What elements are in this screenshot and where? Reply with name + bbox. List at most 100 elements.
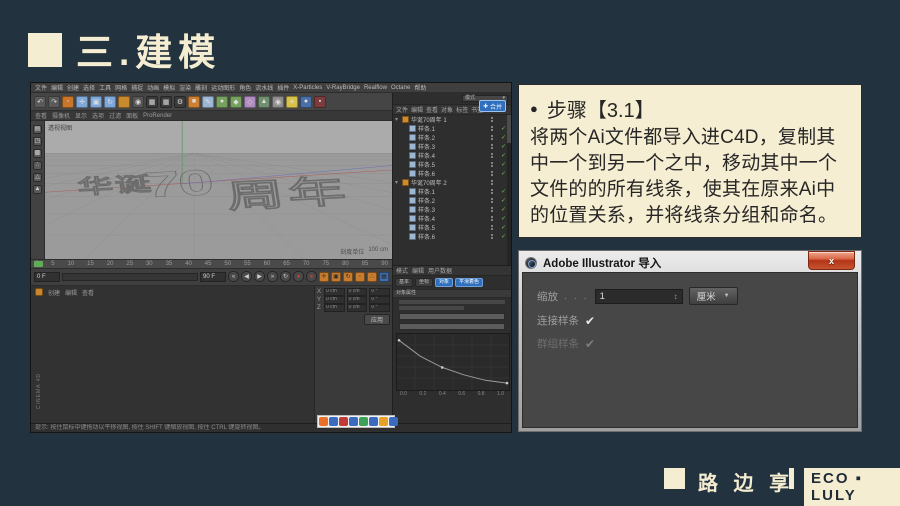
current-frame-field[interactable]: 0 F: [34, 271, 60, 282]
object-name[interactable]: 样条.3: [418, 142, 487, 151]
make-editable-icon[interactable]: ▤: [33, 125, 42, 134]
c4d-menu-item[interactable]: 选择: [83, 83, 95, 92]
object-tree-row[interactable]: 样条.4 ✓: [393, 151, 511, 160]
spline-pen-icon[interactable]: ✎: [202, 95, 214, 108]
viewport-menu-item[interactable]: 摄像机: [52, 111, 70, 120]
environment-icon[interactable]: ▲: [258, 95, 270, 108]
visibility-dots-icon[interactable]: [489, 188, 499, 195]
unit-dropdown[interactable]: 厘米 ▼: [688, 287, 738, 305]
render-view-icon[interactable]: ▦: [146, 95, 158, 108]
record-param-icon[interactable]: ◦: [355, 271, 365, 282]
render-settings-icon[interactable]: ⚙: [174, 95, 186, 108]
size-field[interactable]: 0 cm: [346, 295, 368, 304]
visibility-dots-icon[interactable]: [489, 215, 499, 222]
expand-twist-icon[interactable]: ▾: [395, 179, 400, 186]
c4d-menu-item[interactable]: Octane: [391, 85, 410, 91]
deformer-icon[interactable]: ◇: [244, 95, 256, 108]
visibility-dots-icon[interactable]: [489, 170, 499, 177]
rotate-icon[interactable]: ↻: [104, 95, 116, 108]
timeline-ruler[interactable]: 051015202530354045505560657075808590: [31, 258, 392, 269]
loop-icon[interactable]: ↻: [280, 271, 291, 282]
render-picture-icon[interactable]: ▦: [160, 95, 172, 108]
prev-frame-icon[interactable]: ◀: [241, 271, 252, 282]
object-tree-row[interactable]: 样条.6 ✓: [393, 232, 511, 241]
viewport-menu-item[interactable]: 查看: [35, 111, 47, 120]
visibility-dots-icon[interactable]: [489, 116, 499, 123]
object-tree-row[interactable]: 样条.3 ✓: [393, 142, 511, 151]
object-tree-row[interactable]: 样条.1 ✓: [393, 124, 511, 133]
object-manager-menu-item[interactable]: 对象: [441, 105, 453, 114]
cube-primitive-icon[interactable]: ■: [188, 95, 200, 108]
attribute-slider[interactable]: [399, 323, 505, 330]
record-keyframe-icon[interactable]: ●: [293, 271, 304, 282]
object-manager-menu-item[interactable]: 标签: [456, 105, 468, 114]
c4d-menu-item[interactable]: 流水线: [255, 83, 273, 92]
object-tree-row[interactable]: 样条.4 ✓: [393, 214, 511, 223]
visibility-dots-icon[interactable]: [489, 134, 499, 141]
array-icon[interactable]: ◆: [230, 95, 242, 108]
c4d-menu-item[interactable]: 编辑: [51, 83, 63, 92]
rotation-field[interactable]: 0 °: [369, 295, 391, 304]
record-scale-icon[interactable]: ▣: [331, 271, 341, 282]
material-menu-item[interactable]: 编辑: [65, 288, 77, 297]
light-icon[interactable]: ☀: [286, 95, 298, 108]
object-name[interactable]: 样条.2: [418, 196, 487, 205]
object-tree-row[interactable]: 样条.5 ✓: [393, 160, 511, 169]
close-button[interactable]: x: [808, 251, 855, 270]
object-tree-row[interactable]: ▾ 华诞70周年 2: [393, 178, 511, 187]
edges-mode-icon[interactable]: △: [33, 173, 42, 182]
object-name[interactable]: 样条.2: [418, 133, 487, 142]
xpresso-icon[interactable]: ▪: [314, 95, 326, 108]
expand-twist-icon[interactable]: ▾: [395, 116, 400, 123]
c4d-menu-item[interactable]: 角色: [239, 83, 251, 92]
checkbox-checked-disabled-icon[interactable]: ✔: [585, 337, 595, 351]
spinner-icon[interactable]: ↕: [674, 292, 678, 301]
object-manager-menu-item[interactable]: 编辑: [411, 105, 423, 114]
object-name[interactable]: 样条.5: [418, 160, 487, 169]
object-name[interactable]: 样条.5: [418, 223, 487, 232]
c4d-menu-item[interactable]: 帮助: [414, 83, 426, 92]
subdivision-icon[interactable]: ●: [216, 95, 228, 108]
play-icon[interactable]: ▶: [254, 271, 265, 282]
coord-system-icon[interactable]: ◉: [132, 95, 144, 108]
rotation-field[interactable]: 0 °: [369, 303, 391, 312]
camera-icon[interactable]: ◉: [272, 95, 284, 108]
c4d-menu-item[interactable]: 动画: [147, 83, 159, 92]
merge-tooltip[interactable]: ✚ 合并: [478, 100, 506, 112]
attribute-slider[interactable]: [399, 313, 505, 320]
object-tree-row[interactable]: 样条.2 ✓: [393, 133, 511, 142]
object-name[interactable]: 样条.3: [418, 205, 487, 214]
object-manager-menu-item[interactable]: 文件: [396, 105, 408, 114]
attribute-tab[interactable]: 坐标: [415, 278, 434, 287]
visibility-dots-icon[interactable]: [489, 197, 499, 204]
position-field[interactable]: 0 cm: [324, 303, 345, 312]
material-menu-item[interactable]: 创建: [48, 288, 60, 297]
goto-start-icon[interactable]: «: [228, 271, 239, 282]
visibility-dots-icon[interactable]: [489, 125, 499, 132]
attribute-tab[interactable]: 平滑着色: [455, 278, 484, 287]
object-name[interactable]: 华诞70周年 2: [411, 178, 487, 187]
c4d-menu-item[interactable]: 文件: [35, 83, 47, 92]
autokey-icon[interactable]: ●: [306, 271, 317, 282]
move-icon[interactable]: ✛: [76, 95, 88, 108]
attribute-menu-item[interactable]: 用户数据: [428, 266, 452, 275]
object-name[interactable]: 样条.6: [418, 232, 487, 241]
attribute-tab[interactable]: 对象: [435, 278, 454, 287]
c4d-menu-item[interactable]: 插件: [277, 83, 289, 92]
c4d-menu-item[interactable]: 工具: [99, 83, 111, 92]
c4d-menu-item[interactable]: 雕刻: [195, 83, 207, 92]
viewport-menu-item[interactable]: 选项: [92, 111, 104, 120]
c4d-menu-item[interactable]: 捕捉: [131, 83, 143, 92]
last-tool-icon[interactable]: [118, 95, 130, 108]
visibility-dots-icon[interactable]: [489, 224, 499, 231]
object-name[interactable]: 样条.1: [418, 187, 487, 196]
keyframe-selection-icon[interactable]: ▦: [379, 271, 389, 282]
material-menu-item[interactable]: 查看: [82, 288, 94, 297]
viewport-menu-item[interactable]: 显示: [75, 111, 87, 120]
object-tree-row[interactable]: 样条.5 ✓: [393, 223, 511, 232]
texture-mode-icon[interactable]: ▩: [33, 149, 42, 158]
object-name[interactable]: 样条.6: [418, 169, 487, 178]
attribute-menu-item[interactable]: 模式: [396, 266, 408, 275]
object-tree-row[interactable]: 样条.1 ✓: [393, 187, 511, 196]
size-field[interactable]: 0 cm: [346, 303, 368, 312]
